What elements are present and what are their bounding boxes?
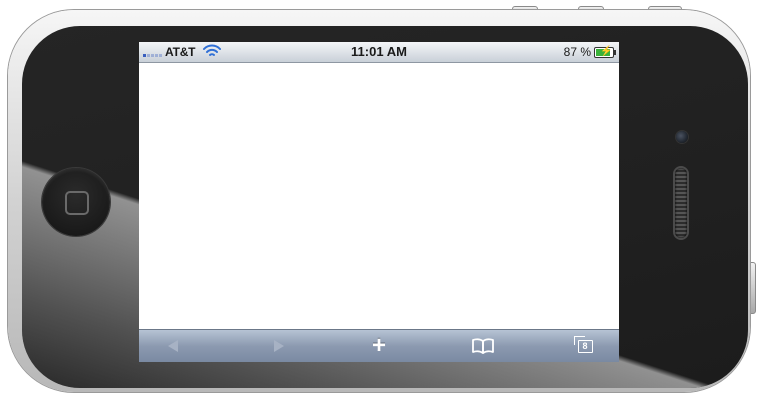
pages-button[interactable]: 8 xyxy=(565,330,605,362)
plus-icon: + xyxy=(371,332,386,359)
forward-arrow-icon xyxy=(274,340,284,352)
bookmarks-button[interactable] xyxy=(463,330,503,362)
pages-icon: 8 xyxy=(573,335,593,353)
status-time: 11:01 AM xyxy=(351,44,407,59)
back-arrow-icon xyxy=(168,340,178,352)
forward-button[interactable] xyxy=(259,330,299,362)
safari-toolbar: + 8 xyxy=(139,329,619,362)
add-bookmark-button[interactable]: + xyxy=(359,330,399,362)
earpiece-speaker xyxy=(675,168,687,238)
pages-count: 8 xyxy=(582,340,588,351)
front-camera xyxy=(676,131,688,143)
home-button[interactable] xyxy=(42,168,110,236)
home-square-icon xyxy=(65,191,89,215)
back-button[interactable] xyxy=(153,330,193,362)
web-content-area[interactable] xyxy=(139,63,619,330)
bookmarks-book-icon xyxy=(472,338,494,354)
phone-screen: AT&T 11:01 AM 87 % ⚡ + 8 xyxy=(139,42,619,362)
iphone-simulator: AT&T 11:01 AM 87 % ⚡ + 8 xyxy=(0,0,760,400)
battery-percentage: 87 % xyxy=(563,45,591,59)
battery-icon: ⚡ xyxy=(594,46,616,58)
charging-bolt-icon: ⚡ xyxy=(600,46,613,57)
status-bar: AT&T 11:01 AM 87 % ⚡ xyxy=(139,42,619,63)
